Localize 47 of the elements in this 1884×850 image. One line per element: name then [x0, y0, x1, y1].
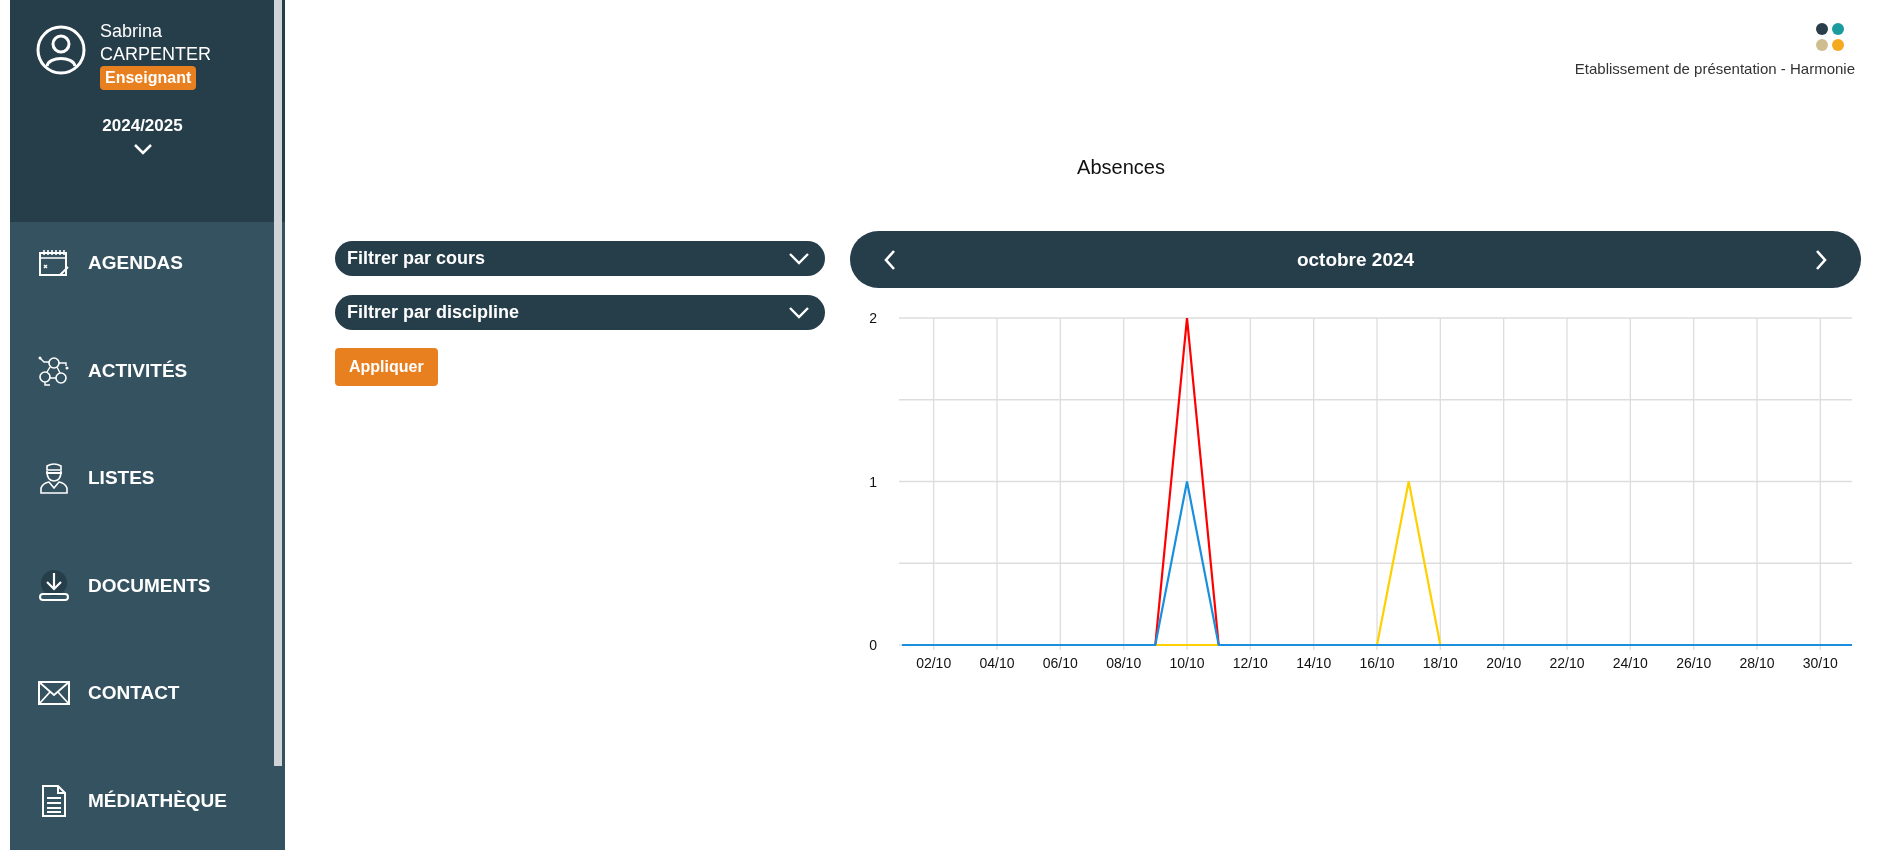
x-tick-label: 12/10	[1232, 655, 1268, 671]
x-tick-label: 08/10	[1106, 655, 1142, 671]
calendar-icon	[38, 249, 70, 277]
y-tick-label: 2	[869, 310, 877, 326]
month-label: octobre 2024	[1296, 248, 1415, 271]
x-tick-label: 20/10	[1486, 655, 1522, 671]
establishment-name: Etablissement de présentation - Harmonie	[1574, 60, 1855, 77]
filter-dropdown[interactable]: Filtrer par cours	[335, 241, 825, 276]
envelope-icon	[38, 681, 70, 705]
logo-dots-icon	[1815, 22, 1845, 52]
user-last-name: CARPENTER	[100, 43, 211, 66]
x-tick-label: 18/10	[1422, 655, 1458, 671]
role-badge: Enseignant	[100, 66, 197, 90]
download-icon	[38, 569, 70, 602]
chevron-left-icon	[884, 249, 896, 270]
document-icon	[41, 784, 67, 817]
person-with-glasses-icon	[39, 462, 69, 494]
x-tick-label: 04/10	[979, 655, 1015, 671]
y-tick-label: 1	[869, 473, 877, 490]
school-year-selector[interactable]: 2024/2025	[10, 116, 275, 155]
x-tick-label: 26/10	[1676, 655, 1712, 671]
x-tick-label: 22/10	[1549, 655, 1585, 671]
page-title: Absences	[1076, 156, 1166, 179]
nav-item[interactable]: ACTIVITÉS	[10, 357, 285, 465]
scrollbar[interactable]	[274, 0, 282, 766]
user-first-name: Sabrina	[100, 20, 164, 43]
people-network-icon	[38, 355, 70, 386]
x-tick-label: 30/10	[1802, 655, 1838, 671]
chevron-right-icon	[1815, 249, 1827, 270]
chevron-down-icon	[133, 144, 152, 155]
x-tick-label: 24/10	[1612, 655, 1648, 671]
x-tick-label: 02/10	[916, 655, 952, 671]
y-tick-label: 0	[869, 637, 877, 653]
user-avatar-icon[interactable]	[36, 25, 86, 75]
nav-item[interactable]: MÉDIATHÈQUE	[10, 787, 285, 850]
nav-item[interactable]: LISTES	[10, 465, 285, 573]
nav-item[interactable]: CONTACT	[10, 680, 285, 788]
filter-dropdown[interactable]: Filtrer par discipline	[335, 295, 825, 330]
x-tick-label: 10/10	[1169, 655, 1205, 671]
chevron-down-icon	[789, 306, 809, 319]
nav-item[interactable]: DOCUMENTS	[10, 572, 285, 680]
x-tick-label: 06/10	[1042, 655, 1078, 671]
x-tick-label: 14/10	[1296, 655, 1332, 671]
x-tick-label: 16/10	[1359, 655, 1395, 671]
chevron-down-icon	[789, 252, 809, 265]
nav-item[interactable]: AGENDAS	[10, 250, 285, 358]
x-tick-label: 28/10	[1739, 655, 1775, 671]
